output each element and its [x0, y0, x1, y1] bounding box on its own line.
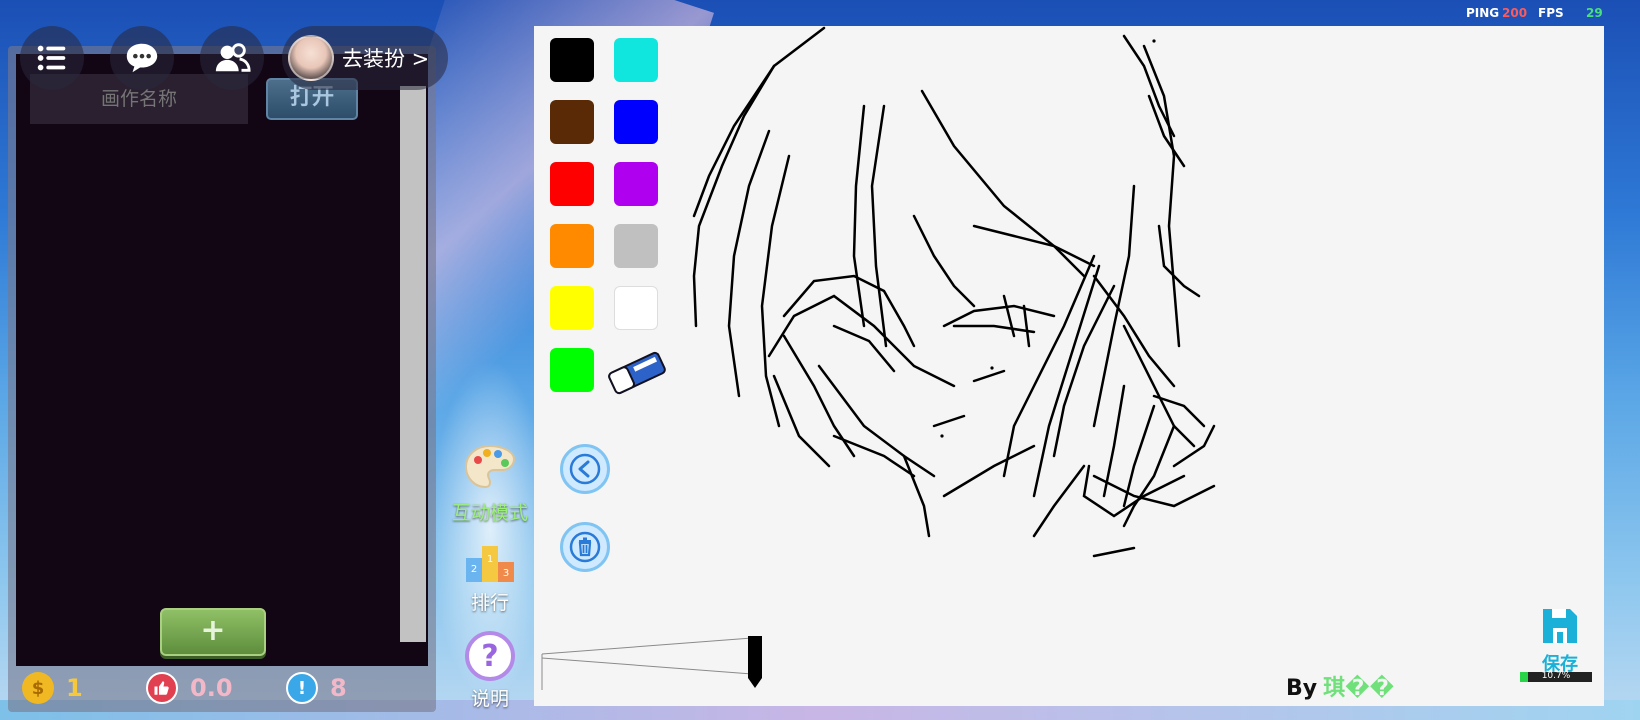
fps-value: 29 — [1586, 6, 1603, 20]
color-swatch[interactable] — [550, 162, 594, 206]
interactive-mode-label: 互动模式 — [451, 502, 528, 524]
color-swatch[interactable] — [550, 38, 594, 82]
chat-bubble-icon — [126, 43, 158, 73]
color-swatch[interactable] — [614, 38, 658, 82]
trash-icon — [569, 531, 601, 563]
eraser-icon — [608, 351, 666, 395]
help-button[interactable]: ? 说明 — [448, 630, 532, 711]
question-icon: ? — [465, 631, 515, 681]
gallery-panel: 打开 + $ 1 0.0 ! 8 — [8, 46, 436, 712]
svg-text:2: 2 — [471, 564, 477, 575]
exclamation-icon: ! — [286, 672, 318, 704]
interactive-mode-button[interactable]: 互动模式 — [448, 440, 532, 525]
alerts-stat: ! 8 — [286, 672, 347, 704]
dress-up-button[interactable]: 去装扮 > — [282, 26, 448, 90]
coins-stat: $ 1 — [22, 672, 83, 704]
svg-text:1: 1 — [487, 554, 493, 565]
author-prefix: By — [1286, 676, 1318, 701]
clear-canvas-button[interactable] — [560, 522, 610, 572]
svg-text:3: 3 — [503, 568, 509, 579]
fps-label: FPS — [1538, 6, 1564, 20]
friends-icon — [215, 43, 251, 72]
save-progress-bar: 10.7% — [1520, 671, 1592, 682]
color-swatch[interactable] — [614, 162, 658, 206]
color-swatch[interactable] — [614, 286, 658, 330]
drawing-canvas[interactable]: By 琪�� 保存 10.7% — [534, 26, 1604, 706]
add-artwork-button[interactable]: + — [160, 608, 266, 656]
ping-value: 200 — [1502, 6, 1528, 20]
ranking-label: 排行 — [470, 592, 509, 614]
menu-button[interactable] — [20, 26, 84, 90]
author-name: 琪�� — [1323, 676, 1395, 701]
thumbs-up-icon — [146, 672, 178, 704]
gallery-list[interactable] — [16, 54, 428, 666]
chevron-left-icon — [569, 453, 601, 485]
eraser-tool[interactable] — [604, 346, 670, 404]
color-swatch[interactable] — [550, 348, 594, 392]
sketch-drawing — [541, 26, 1216, 690]
color-swatch[interactable] — [550, 286, 594, 330]
save-progress-label: 10.7% — [1541, 671, 1571, 681]
undo-button[interactable] — [560, 444, 610, 494]
likes-value: 0.0 — [190, 674, 233, 702]
brush-size-indicator[interactable] — [748, 636, 762, 688]
color-swatch[interactable] — [550, 100, 594, 144]
friends-button[interactable] — [200, 26, 264, 90]
save-button[interactable]: 保存 — [1520, 606, 1600, 676]
dress-up-label: 去装扮 > — [342, 47, 430, 71]
gallery-scrollbar[interactable] — [400, 86, 426, 642]
color-swatch[interactable] — [614, 224, 658, 268]
help-label: 说明 — [470, 688, 509, 710]
coin-icon: $ — [22, 672, 54, 704]
palette-icon — [464, 444, 516, 489]
avatar — [288, 35, 334, 81]
author-credit: By 琪�� — [1286, 670, 1394, 702]
podium-icon: 2 1 3 — [466, 546, 514, 582]
coins-value: 1 — [66, 674, 83, 702]
list-icon — [37, 45, 66, 71]
color-swatch[interactable] — [550, 224, 594, 268]
floppy-disk-icon — [1543, 609, 1577, 643]
ping-label: PING — [1466, 6, 1500, 20]
svg-text:?: ? — [481, 639, 498, 674]
likes-stat: 0.0 — [146, 672, 233, 704]
ranking-button[interactable]: 2 1 3 排行 — [448, 540, 532, 615]
color-swatch[interactable] — [614, 100, 658, 144]
chat-button[interactable] — [110, 26, 174, 90]
alerts-value: 8 — [330, 674, 347, 702]
